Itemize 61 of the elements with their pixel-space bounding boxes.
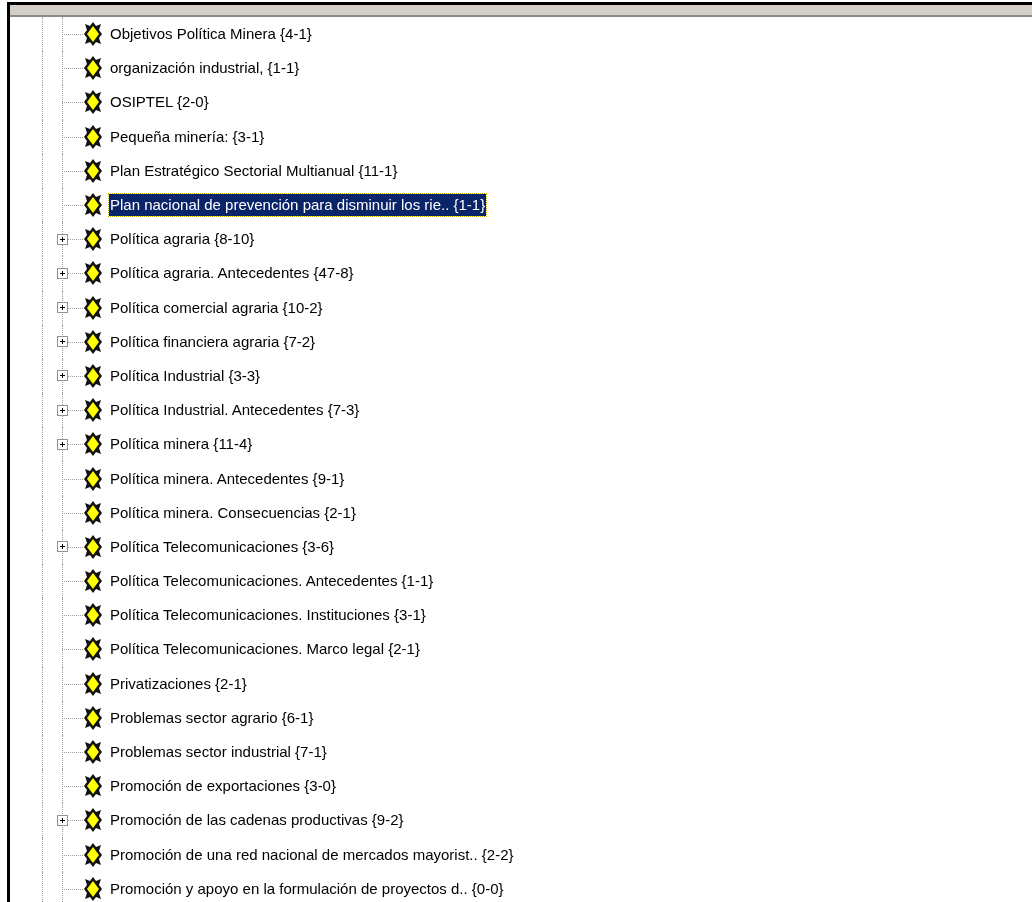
expand-icon[interactable] bbox=[57, 438, 68, 450]
star-icon bbox=[83, 533, 103, 560]
star-icon bbox=[83, 328, 103, 355]
tree-item[interactable]: Privatizaciones {2-1} bbox=[109, 672, 248, 695]
tree-item[interactable]: Política Telecomunicaciones. Instituciones {3-1} bbox=[109, 604, 427, 627]
star-icon bbox=[83, 875, 103, 902]
star-icon bbox=[83, 362, 103, 389]
tree-item[interactable]: Política Industrial {3-3} bbox=[109, 364, 262, 387]
star-icon bbox=[83, 260, 103, 287]
tree-item[interactable]: Política agraria. Antecedentes {47-8} bbox=[109, 262, 355, 285]
star-icon bbox=[83, 397, 103, 424]
expand-icon[interactable] bbox=[57, 302, 68, 314]
star-icon bbox=[83, 602, 103, 629]
star-icon bbox=[83, 89, 103, 116]
tree-item[interactable]: Política comercial agraria {10-2} bbox=[109, 296, 324, 319]
tree-item[interactable]: Promoción y apoyo en la formulación de proyectos d.. {0-0} bbox=[109, 877, 505, 900]
tree-item[interactable]: Política Telecomunicaciones. Marco legal {2-1} bbox=[109, 638, 421, 661]
tree-item[interactable]: Política minera. Consecuencias {2-1} bbox=[109, 501, 357, 524]
tree-item[interactable]: Política minera {11-4} bbox=[109, 433, 254, 456]
tree-item[interactable]: Política Industrial. Antecedentes {7-3} bbox=[109, 399, 361, 422]
star-icon bbox=[83, 636, 103, 663]
tree-item[interactable]: Plan nacional de prevención para disminuir los rie.. {1-1} bbox=[109, 194, 487, 217]
expand-icon[interactable] bbox=[57, 541, 68, 553]
star-icon bbox=[83, 21, 103, 48]
expand-icon[interactable] bbox=[57, 233, 68, 245]
star-icon bbox=[83, 499, 103, 526]
star-icon bbox=[83, 670, 103, 697]
star-icon bbox=[83, 568, 103, 595]
star-icon bbox=[83, 773, 103, 800]
tree-item[interactable]: Promoción de las cadenas productivas {9-2} bbox=[109, 809, 405, 832]
star-icon bbox=[83, 192, 103, 219]
star-icon bbox=[83, 841, 103, 868]
expand-icon[interactable] bbox=[57, 370, 68, 382]
star-icon bbox=[83, 157, 103, 184]
expand-icon[interactable] bbox=[57, 404, 68, 416]
tree-item[interactable]: Promoción de una red nacional de mercados mayorist.. {2-2} bbox=[109, 843, 515, 866]
star-icon bbox=[83, 294, 103, 321]
star-icon bbox=[83, 739, 103, 766]
star-icon bbox=[83, 465, 103, 492]
star-icon bbox=[83, 431, 103, 458]
tree-item[interactable]: Política Telecomunicaciones {3-6} bbox=[109, 535, 336, 558]
tree-item[interactable]: Problemas sector agrario {6-1} bbox=[109, 706, 315, 729]
star-icon bbox=[83, 226, 103, 253]
tree-item[interactable]: Problemas sector industrial {7-1} bbox=[109, 741, 328, 764]
tree-item[interactable]: Pequeña minería: {3-1} bbox=[109, 125, 266, 148]
tree-item[interactable]: Política agraria {8-10} bbox=[109, 228, 256, 251]
expand-icon[interactable] bbox=[57, 336, 68, 348]
tree-item[interactable]: organización industrial, {1-1} bbox=[109, 57, 301, 80]
tree-item[interactable]: Política financiera agraria {7-2} bbox=[109, 330, 317, 353]
expand-icon[interactable] bbox=[57, 267, 68, 279]
tree-item[interactable]: Política minera. Antecedentes {9-1} bbox=[109, 467, 346, 490]
star-icon bbox=[83, 704, 103, 731]
tree-item[interactable]: Promoción de exportaciones {3-0} bbox=[109, 775, 337, 798]
tree-item[interactable]: OSIPTEL {2-0} bbox=[109, 91, 210, 114]
star-icon bbox=[83, 123, 103, 150]
expand-icon[interactable] bbox=[57, 814, 68, 826]
tree-item[interactable]: Plan Estratégico Sectorial Multianual {11-1} bbox=[109, 159, 399, 182]
tree-item[interactable]: Objetivos Política Minera {4-1} bbox=[109, 23, 313, 46]
star-icon bbox=[83, 55, 103, 82]
tree-item[interactable]: Política Telecomunicaciones. Antecedentes {1-1} bbox=[109, 570, 435, 593]
star-icon bbox=[83, 807, 103, 834]
